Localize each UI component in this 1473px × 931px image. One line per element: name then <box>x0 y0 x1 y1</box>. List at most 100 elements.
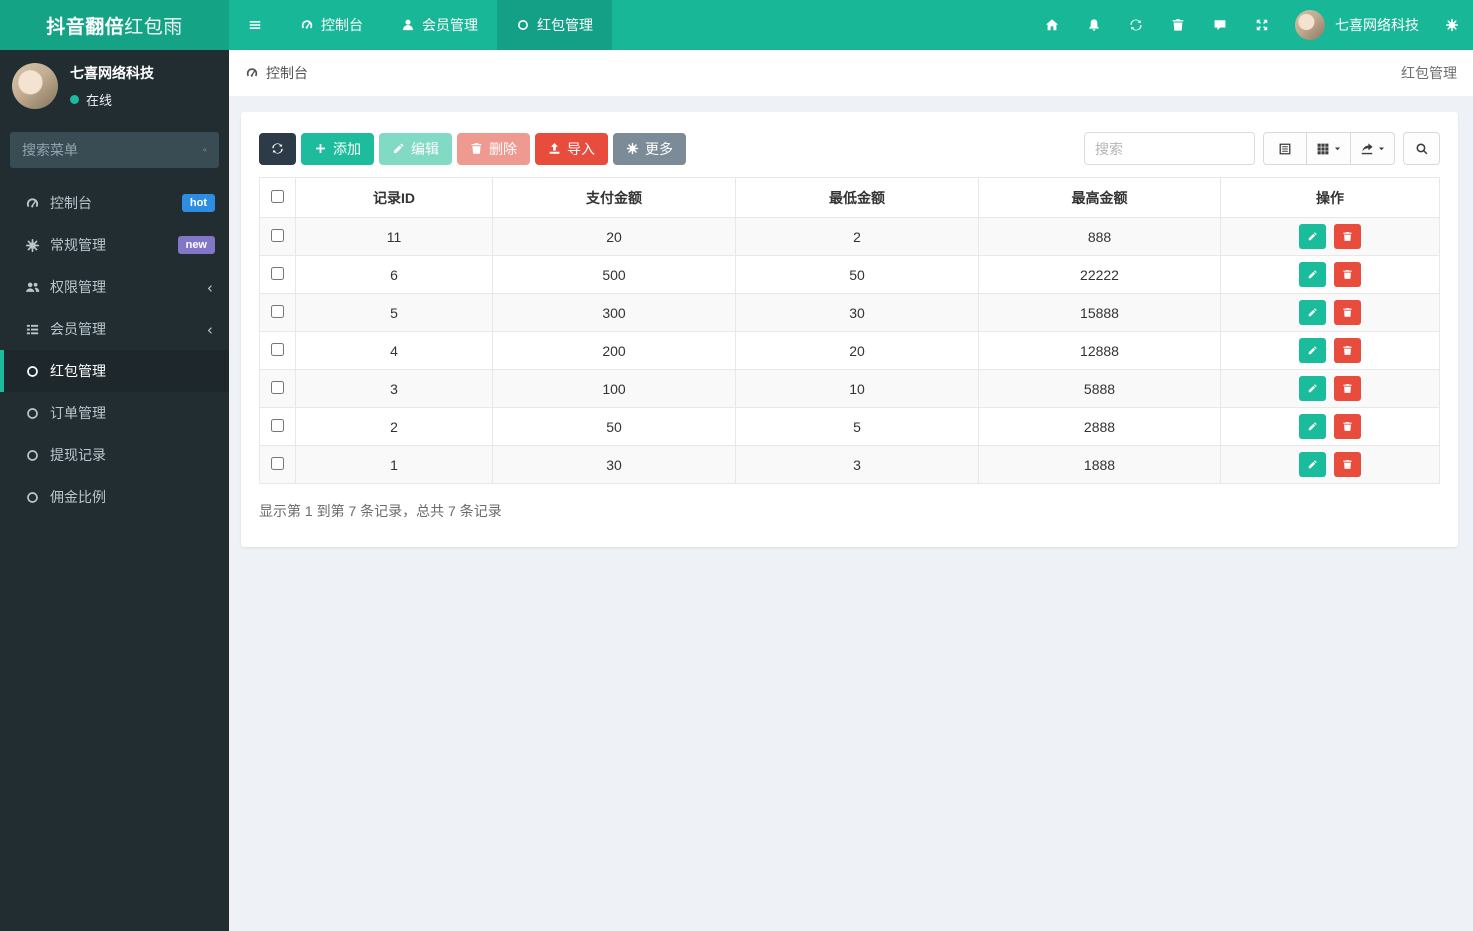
cell-actions <box>1220 293 1440 332</box>
table-row[interactable]: 6 500 50 22222 <box>259 255 1440 294</box>
plus-icon <box>316 144 325 153</box>
topnav-item-redpacket[interactable]: 红包管理 <box>497 0 612 50</box>
table-row[interactable]: 1 30 3 1888 <box>259 445 1440 484</box>
toggle-detail-view-button[interactable] <box>1263 132 1307 165</box>
menu-search-input[interactable] <box>22 142 203 158</box>
delete-button[interactable]: 删除 <box>457 132 530 165</box>
topnav-item-members[interactable]: 会员管理 <box>382 0 497 50</box>
row-edit-button[interactable] <box>1299 414 1327 439</box>
add-button[interactable]: 添加 <box>301 132 374 165</box>
notifications-button[interactable] <box>1073 0 1115 50</box>
cell-actions <box>1220 217 1440 256</box>
cell-actions <box>1220 255 1440 294</box>
row-delete-button[interactable] <box>1333 224 1361 249</box>
sidebar-item-dashboard[interactable]: 控制台 hot <box>0 182 229 224</box>
select-all-checkbox[interactable] <box>271 189 284 203</box>
row-edit-button[interactable] <box>1299 376 1327 401</box>
sidebar-item-members[interactable]: 会员管理 <box>0 308 229 350</box>
pencil-icon <box>1308 384 1317 393</box>
search-submit-button[interactable] <box>1403 132 1440 165</box>
row-edit-button[interactable] <box>1299 338 1327 363</box>
sidebar-item-general[interactable]: 常规管理 new <box>0 224 229 266</box>
sidebar-user-panel: 七喜网络科技 在线 <box>0 50 229 122</box>
search-icon[interactable] <box>203 143 207 157</box>
row-checkbox[interactable] <box>271 266 284 280</box>
circle-icon <box>27 449 38 461</box>
import-button[interactable]: 导入 <box>535 132 608 165</box>
home-button[interactable] <box>1031 0 1073 50</box>
table-row[interactable]: 4 200 20 12888 <box>259 331 1440 370</box>
cell-record-id: 2 <box>295 407 493 446</box>
user-menu[interactable]: 七喜网络科技 <box>1283 0 1431 50</box>
cell-max-amount: 888 <box>978 217 1221 256</box>
row-edit-button[interactable] <box>1299 262 1327 287</box>
online-status-dot <box>70 95 79 104</box>
sidebar-item-withdrawals[interactable]: 提现记录 <box>0 434 229 476</box>
pagination-info: 显示第 1 到第 7 条记录，总共 7 条记录 <box>259 503 502 519</box>
edit-button[interactable]: 编辑 <box>379 132 452 165</box>
refresh-button[interactable] <box>259 132 296 165</box>
columns-dropdown-button[interactable] <box>1307 132 1351 165</box>
fullscreen-button[interactable] <box>1241 0 1283 50</box>
cell-min-amount: 50 <box>735 255 979 294</box>
row-checkbox[interactable] <box>271 228 284 242</box>
table-row[interactable]: 11 20 2 888 <box>259 217 1440 256</box>
row-checkbox[interactable] <box>271 304 284 318</box>
cell-max-amount: 12888 <box>978 331 1221 370</box>
sidebar-item-commission[interactable]: 佣金比例 <box>0 476 229 518</box>
row-edit-button[interactable] <box>1299 452 1327 477</box>
row-edit-button[interactable] <box>1299 300 1327 325</box>
row-checkbox[interactable] <box>271 380 284 394</box>
pencil-icon <box>1308 308 1317 317</box>
cell-actions <box>1220 369 1440 408</box>
more-button[interactable]: 更多 <box>613 132 686 165</box>
trash-icon <box>1343 459 1352 469</box>
delete-label: 删除 <box>489 140 517 157</box>
topnav-item-dashboard[interactable]: 控制台 <box>281 0 382 50</box>
user-status: 在线 <box>70 90 154 109</box>
cogs-icon <box>25 238 40 252</box>
cell-max-amount: 5888 <box>978 369 1221 408</box>
sidebar-item-redpacket[interactable]: 红包管理 <box>0 350 229 392</box>
cell-pay-amount: 20 <box>492 217 736 256</box>
table-row[interactable]: 2 50 5 2888 <box>259 407 1440 446</box>
trash-icon <box>1172 19 1184 31</box>
sidebar-item-label: 红包管理 <box>50 363 106 379</box>
row-delete-button[interactable] <box>1333 262 1361 287</box>
table-row[interactable]: 3 100 10 5888 <box>259 369 1440 408</box>
cell-max-amount: 2888 <box>978 407 1221 446</box>
row-delete-button[interactable] <box>1333 376 1361 401</box>
settings-button[interactable] <box>1431 0 1473 50</box>
col-pay-amount: 支付金额 <box>492 177 736 218</box>
row-delete-button[interactable] <box>1333 300 1361 325</box>
chat-button[interactable] <box>1199 0 1241 50</box>
sidebar-toggle-button[interactable] <box>229 0 281 50</box>
caret-down-icon <box>1334 147 1340 151</box>
cell-max-amount: 22222 <box>978 255 1221 294</box>
row-delete-button[interactable] <box>1333 338 1361 363</box>
row-delete-button[interactable] <box>1333 414 1361 439</box>
sidebar-item-permissions[interactable]: 权限管理 <box>0 266 229 308</box>
refresh-page-button[interactable] <box>1115 0 1157 50</box>
cell-pay-amount: 30 <box>492 445 736 484</box>
pencil-icon <box>1308 270 1317 279</box>
sidebar-item-label: 会员管理 <box>50 321 106 337</box>
upload-icon <box>549 142 560 154</box>
breadcrumb[interactable]: 控制台 <box>245 63 308 83</box>
export-dropdown-button[interactable] <box>1351 132 1395 165</box>
row-edit-button[interactable] <box>1299 224 1327 249</box>
users-icon <box>25 282 40 292</box>
row-checkbox[interactable] <box>271 456 284 470</box>
table-row[interactable]: 5 300 30 15888 <box>259 293 1440 332</box>
clear-cache-button[interactable] <box>1157 0 1199 50</box>
app-logo[interactable]: 抖音翻倍 红包雨 <box>0 0 229 50</box>
trash-icon <box>1343 269 1352 279</box>
table-card: 添加 编辑 删除 导入 更多 搜索 记录ID 支付金额 最低金额 最高金额 操作… <box>241 112 1458 547</box>
cell-record-id: 4 <box>295 331 493 370</box>
row-checkbox[interactable] <box>271 342 284 356</box>
row-delete-button[interactable] <box>1333 452 1361 477</box>
logo-text-bold: 抖音翻倍 <box>46 16 125 38</box>
table-search-input[interactable] <box>1084 132 1255 165</box>
sidebar-item-orders[interactable]: 订单管理 <box>0 392 229 434</box>
row-checkbox[interactable] <box>271 418 284 432</box>
